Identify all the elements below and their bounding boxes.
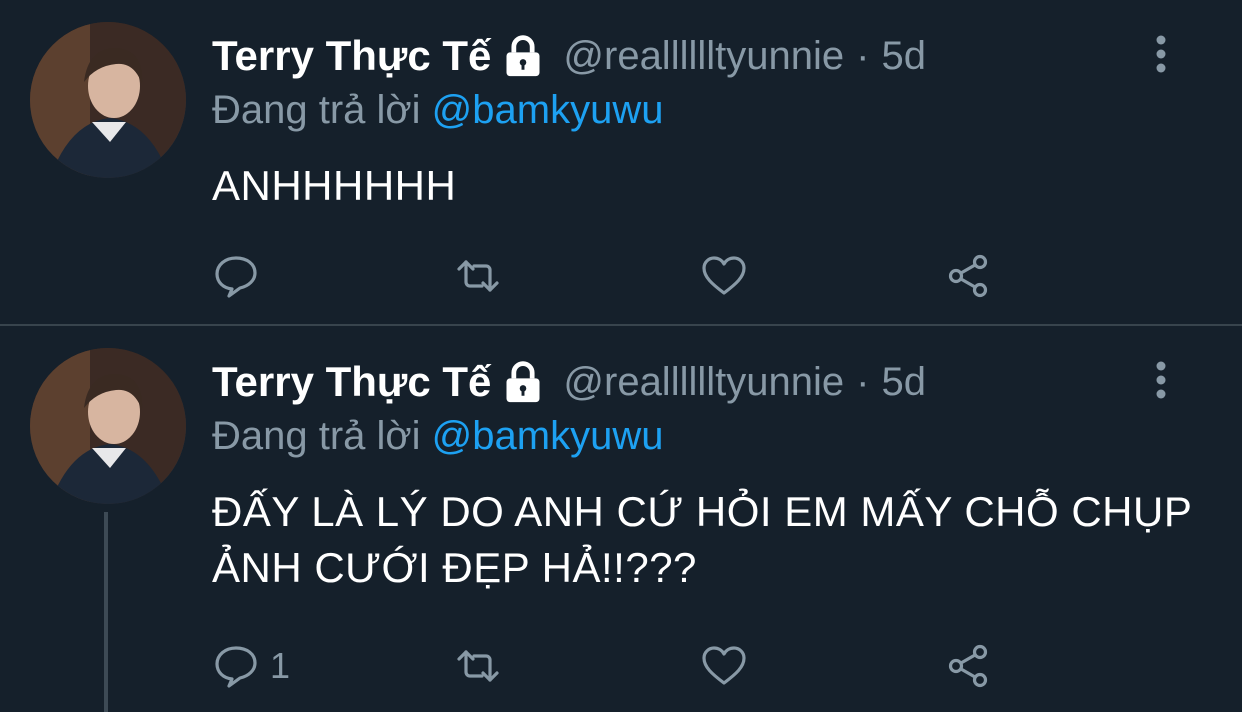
reply-icon bbox=[215, 646, 257, 688]
reply-count: 1 bbox=[270, 645, 291, 686]
timestamp[interactable]: 5d bbox=[881, 360, 926, 405]
tweet-text: ANHHHHHH bbox=[212, 162, 457, 209]
replying-to-label: Đang trả lời bbox=[212, 88, 421, 132]
separator-dot: · bbox=[856, 33, 870, 78]
tweet-actions: 1 bbox=[212, 640, 1012, 692]
tweet[interactable]: Terry Thực Tế @realllllltyunnie · 5d Đan… bbox=[0, 326, 1242, 712]
user-handle[interactable]: @realllllltyunnie bbox=[563, 34, 844, 79]
share-icon bbox=[948, 644, 988, 688]
tweet-actions bbox=[212, 250, 1012, 302]
tweet-header: Terry Thực Tế @realllllltyunnie · 5d bbox=[212, 28, 926, 84]
like-button[interactable] bbox=[700, 640, 748, 692]
reply-button[interactable]: 1 bbox=[212, 640, 290, 692]
retweet-icon bbox=[457, 260, 499, 292]
thread-line bbox=[104, 512, 108, 712]
reply-icon bbox=[215, 256, 257, 298]
share-button[interactable] bbox=[944, 640, 992, 692]
timestamp[interactable]: 5d bbox=[881, 34, 926, 79]
more-vertical-icon[interactable] bbox=[1148, 34, 1174, 74]
tweet-header: Terry Thực Tế @realllllltyunnie · 5d bbox=[212, 354, 926, 410]
display-name[interactable]: Terry Thực Tế bbox=[212, 358, 491, 406]
tweet[interactable]: Terry Thực Tế @realllllltyunnie · 5d Đan… bbox=[0, 0, 1242, 324]
retweet-button[interactable] bbox=[454, 640, 502, 692]
like-button[interactable] bbox=[700, 250, 748, 302]
lock-icon bbox=[506, 35, 540, 77]
avatar[interactable] bbox=[30, 348, 186, 504]
display-name[interactable]: Terry Thực Tế bbox=[212, 32, 491, 80]
tweet-text: ĐẤY LÀ LÝ DO ANH CỨ HỎI EM MẤY CHỖ CHỤP … bbox=[212, 488, 1192, 591]
mention-link[interactable]: @bamkyuwu bbox=[432, 414, 664, 458]
separator-dot: · bbox=[856, 359, 870, 404]
replying-to-label: Đang trả lời bbox=[212, 414, 421, 458]
replying-to: Đang trả lời @bamkyuwu bbox=[212, 414, 663, 459]
retweet-button[interactable] bbox=[454, 250, 502, 302]
more-vertical-icon[interactable] bbox=[1148, 360, 1174, 400]
lock-icon bbox=[506, 361, 540, 403]
like-icon bbox=[702, 256, 746, 295]
retweet-icon bbox=[457, 650, 499, 682]
replying-to: Đang trả lời @bamkyuwu bbox=[212, 88, 663, 133]
like-icon bbox=[702, 646, 746, 685]
user-handle[interactable]: @realllllltyunnie bbox=[563, 360, 844, 405]
share-button[interactable] bbox=[944, 250, 992, 302]
share-icon bbox=[948, 254, 988, 298]
avatar[interactable] bbox=[30, 22, 186, 178]
reply-button[interactable] bbox=[212, 250, 270, 302]
mention-link[interactable]: @bamkyuwu bbox=[432, 88, 664, 132]
